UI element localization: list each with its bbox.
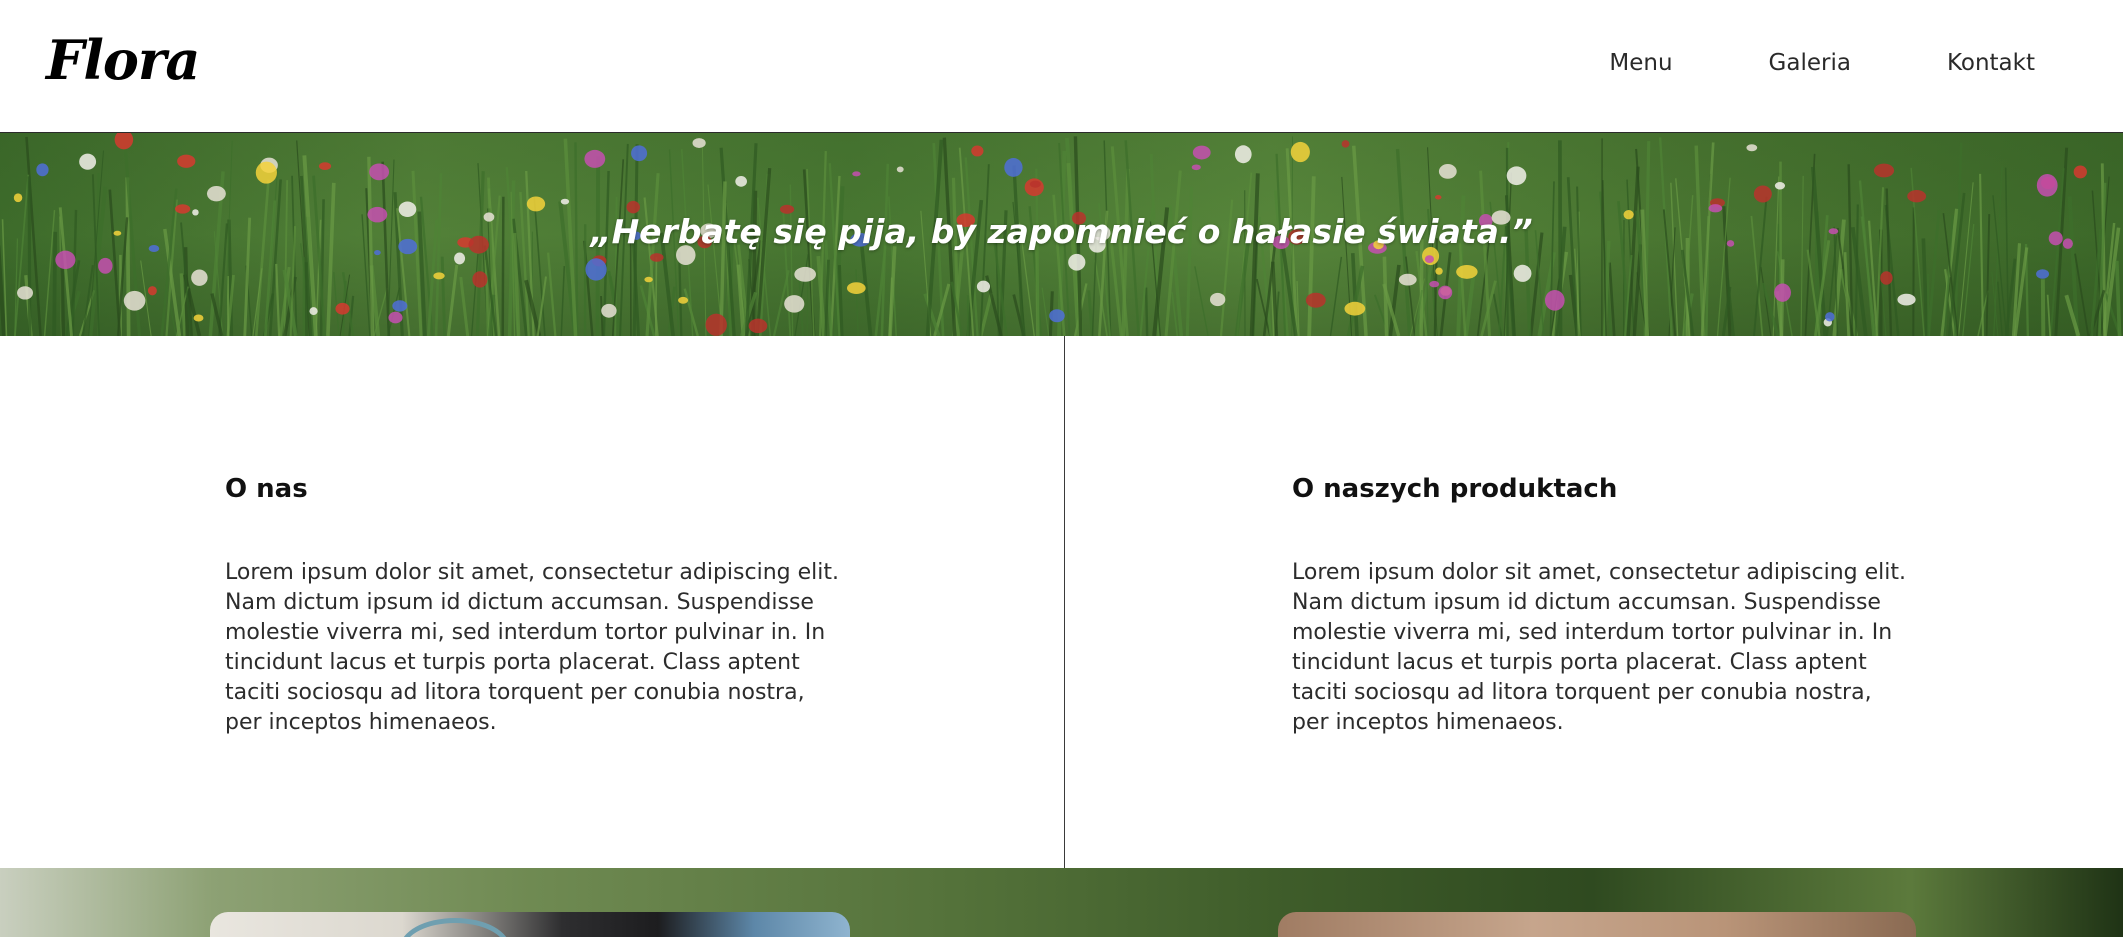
gallery-card-products-image[interactable] [1278,912,1916,937]
gallery-card-teaware-image[interactable] [210,912,850,937]
main-nav: Menu Galeria Kontakt [1513,50,2035,76]
hero-banner: „Herbatę się pija, by zapomnieć o hałasi… [0,133,2123,336]
hero-quote: „Herbatę się pija, by zapomnieć o hałasi… [590,212,1533,251]
nav-link-menu[interactable]: Menu [1609,50,1672,76]
site-header: Flora Menu Galeria Kontakt [0,0,2123,133]
about-section: O nas Lorem ipsum dolor sit amet, consec… [225,336,845,868]
site-logo[interactable]: Flora [46,28,200,92]
teacup-image [400,918,510,937]
products-text: Lorem ipsum dolor sit amet, consectetur … [1292,560,1906,735]
gallery-strip [0,868,2123,937]
products-section: O naszych produktach Lorem ipsum dolor s… [1292,336,1912,868]
about-heading: O nas [225,474,308,504]
about-text: Lorem ipsum dolor sit amet, consectetur … [225,560,839,735]
nav-link-galeria[interactable]: Galeria [1769,50,1851,76]
products-heading: O naszych produktach [1292,474,1618,504]
column-divider [1064,336,1065,868]
nav-link-kontakt[interactable]: Kontakt [1947,50,2035,76]
content-columns: O nas Lorem ipsum dolor sit amet, consec… [0,336,2123,868]
